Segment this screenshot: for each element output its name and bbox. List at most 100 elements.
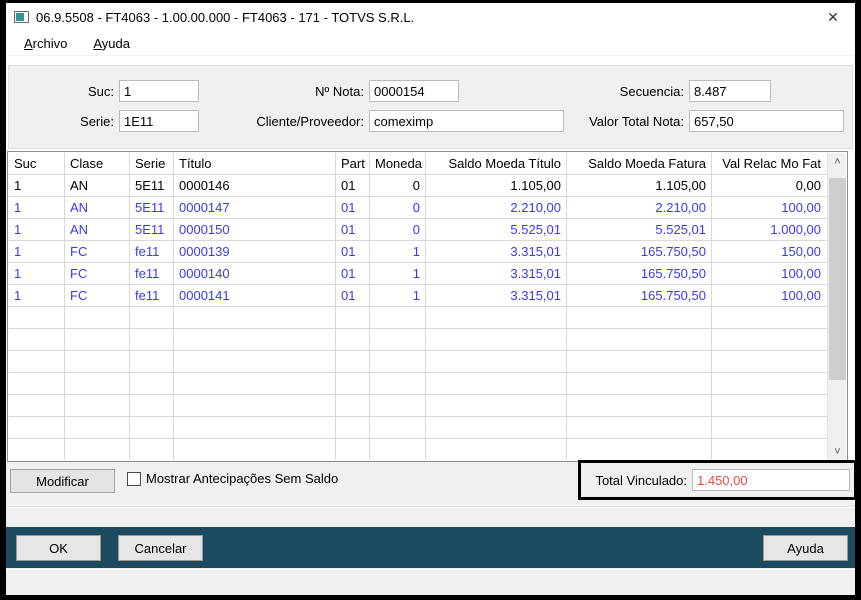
table-cell[interactable]: 165.750,50 (567, 263, 712, 285)
table-row[interactable]: 1 FC fe11 0000140 01 1 3.315,01 165.750,50 100,0… (9, 263, 827, 285)
table-cell[interactable]: 1.000,00 (712, 219, 826, 241)
window-title: 06.9.5508 - FT4063 - 1.00.00.000 - FT406… (36, 9, 415, 25)
table-cell (426, 351, 567, 373)
table-cell[interactable]: 01 (336, 197, 370, 219)
table-cell[interactable]: 5E11 (130, 197, 174, 219)
footer-area: Modificar Mostrar Antecipações Sem Saldo… (6, 460, 857, 595)
field-serie: Serie: 1E11 (29, 110, 199, 132)
table-row[interactable]: 1 AN 5E11 0000146 01 0 1.105,00 1.105,00 0,00 (9, 175, 827, 197)
menu-item-archivo[interactable]: Archivo (16, 33, 75, 54)
table-cell[interactable]: 165.750,50 (567, 241, 712, 263)
table-cell[interactable]: 1 (9, 219, 65, 241)
scroll-up-icon[interactable]: ˄ (828, 153, 847, 170)
table-cell[interactable]: FC (65, 285, 130, 307)
table-cell (426, 417, 567, 439)
valor-total-nota-input[interactable]: 657,50 (689, 110, 844, 132)
table-cell[interactable]: 0,00 (712, 175, 826, 197)
scrollbar-thumb[interactable] (829, 178, 846, 380)
table-cell[interactable]: fe11 (130, 263, 174, 285)
table-cell[interactable]: 01 (336, 285, 370, 307)
table-cell[interactable]: 1 (9, 241, 65, 263)
table-cell[interactable]: 0000140 (174, 263, 336, 285)
table-cell[interactable]: 100,00 (712, 197, 826, 219)
table-cell[interactable]: 0000139 (174, 241, 336, 263)
cancelar-button[interactable]: Cancelar (118, 535, 203, 561)
table-cell (712, 307, 826, 329)
table-cell[interactable]: 100,00 (712, 263, 826, 285)
nro-nota-input[interactable]: 0000154 (369, 80, 459, 102)
cliente-proveedor-input[interactable]: comeximp (369, 110, 564, 132)
table-cell[interactable]: 01 (336, 219, 370, 241)
table-cell (130, 439, 174, 460)
suc-input[interactable]: 1 (119, 80, 199, 102)
column-header-8: Val Relac Mo Fat (722, 156, 821, 171)
table-cell[interactable]: fe11 (130, 285, 174, 307)
table-cell[interactable]: 3.315,01 (426, 241, 567, 263)
table-cell[interactable]: 5.525,01 (567, 219, 712, 241)
table-cell[interactable]: 3.315,01 (426, 263, 567, 285)
table-cell[interactable]: 1 (9, 175, 65, 197)
table-cell[interactable]: 0 (370, 175, 426, 197)
table-cell[interactable]: 1.105,00 (426, 175, 567, 197)
table-cell[interactable]: FC (65, 241, 130, 263)
table-cell[interactable]: FC (65, 263, 130, 285)
modificar-button[interactable]: Modificar (10, 469, 115, 493)
table-cell (65, 307, 130, 329)
table-cell[interactable]: AN (65, 175, 130, 197)
ok-button[interactable]: OK (16, 535, 101, 561)
table-cell[interactable]: 5E11 (130, 175, 174, 197)
table-cell (567, 351, 712, 373)
field-cliente-proveedor: Cliente/Proveedor: comeximp (219, 110, 564, 132)
table-cell (336, 439, 370, 460)
table-cell[interactable]: 2.210,00 (426, 197, 567, 219)
table-cell (567, 417, 712, 439)
close-icon[interactable]: ✕ (819, 5, 847, 29)
table-cell (9, 373, 65, 395)
table-row-empty (9, 329, 827, 351)
table-cell[interactable]: 1 (9, 197, 65, 219)
grid-header-row: Suc Clase Serie Título Part Moneda Saldo Moeda… (9, 153, 827, 175)
table-cell[interactable]: 1 (9, 285, 65, 307)
table-row[interactable]: 1 AN 5E11 0000150 01 0 5.525,01 5.525,01 1.000,0… (9, 219, 827, 241)
table-row[interactable]: 1 FC fe11 0000141 01 1 3.315,01 165.750,50 100,0… (9, 285, 827, 307)
ayuda-button[interactable]: Ayuda (763, 535, 848, 561)
show-advances-checkbox[interactable] (127, 471, 141, 486)
dialog-window: 06.9.5508 - FT4063 - 1.00.00.000 - FT406… (6, 3, 857, 595)
table-cell[interactable]: 5E11 (130, 219, 174, 241)
table-cell[interactable]: 0000147 (174, 197, 336, 219)
vertical-scrollbar[interactable]: ˄ ˅ (827, 153, 846, 460)
table-cell[interactable]: 2.210,00 (567, 197, 712, 219)
table-cell[interactable]: 1 (370, 241, 426, 263)
table-cell[interactable]: 01 (336, 241, 370, 263)
table-cell[interactable]: 1 (370, 263, 426, 285)
table-cell[interactable]: 100,00 (712, 285, 826, 307)
table-cell[interactable]: AN (65, 219, 130, 241)
table-cell[interactable]: 01 (336, 175, 370, 197)
table-row[interactable]: 1 FC fe11 0000139 01 1 3.315,01 165.750,50 150,0… (9, 241, 827, 263)
table-cell[interactable]: 150,00 (712, 241, 826, 263)
table-cell[interactable]: fe11 (130, 241, 174, 263)
secuencia-input[interactable]: 8.487 (689, 80, 771, 102)
serie-input[interactable]: 1E11 (119, 110, 199, 132)
table-cell[interactable]: AN (65, 197, 130, 219)
column-header-2: Serie (130, 153, 174, 175)
table-cell[interactable]: 1 (9, 263, 65, 285)
scroll-down-icon[interactable]: ˅ (828, 443, 847, 460)
table-cell[interactable]: 0000146 (174, 175, 336, 197)
table-cell[interactable]: 0 (370, 197, 426, 219)
table-cell[interactable]: 0 (370, 219, 426, 241)
table-cell[interactable]: 3.315,01 (426, 285, 567, 307)
table-cell[interactable]: 0000141 (174, 285, 336, 307)
table-cell[interactable]: 1.105,00 (567, 175, 712, 197)
table-cell[interactable]: 1 (370, 285, 426, 307)
table-cell[interactable]: 5.525,01 (426, 219, 567, 241)
table-cell (426, 307, 567, 329)
table-cell[interactable]: 0000150 (174, 219, 336, 241)
table-cell[interactable]: 165.750,50 (567, 285, 712, 307)
table-cell (712, 417, 826, 439)
table-cell[interactable]: 01 (336, 263, 370, 285)
table-cell (567, 329, 712, 351)
column-header-4: Part (336, 153, 370, 175)
table-row[interactable]: 1 AN 5E11 0000147 01 0 2.210,00 2.210,00 100,00 (9, 197, 827, 219)
menu-item-ayuda[interactable]: Ayuda (85, 33, 138, 54)
